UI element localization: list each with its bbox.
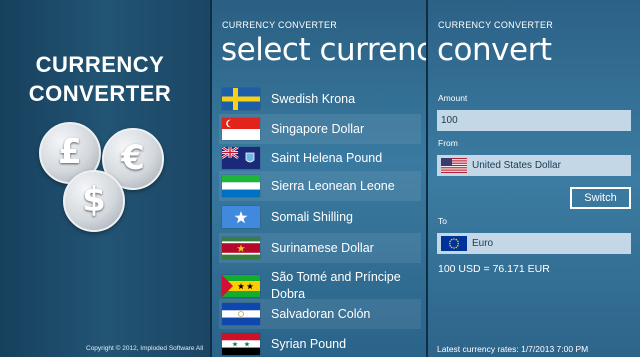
currency-label: Sierra Leonean Leone [271,178,395,193]
currency-item-swedish-krona[interactable]: Swedish Krona [219,84,421,114]
usa-flag-icon [441,158,467,173]
app-name: CURRENCY CONVERTER [438,20,554,30]
app-name: CURRENCY CONVERTER [222,20,338,30]
sao-tome-flag-icon [222,275,260,297]
currency-item-salvadoran-colon[interactable]: Salvadoran Colón [219,299,421,329]
sweden-flag-icon [222,88,260,110]
el-salvador-flag-icon [222,303,260,325]
promo-title-line2: CONVERTER [28,81,172,106]
suriname-flag-icon [222,237,260,259]
somalia-flag-icon [222,206,260,228]
sierra-leone-flag-icon [222,175,260,197]
eu-flag-icon [441,236,467,251]
amount-input[interactable]: 100 [437,110,631,131]
convert-screen: CURRENCY CONVERTER convert Amount 100 Fr… [428,0,640,357]
promo-panel: CURRENCY CONVERTER £ € $ Copyright © 201… [0,0,210,357]
saint-helena-flag-icon [222,147,260,169]
copyright-text: Copyright © 2012, Imploded Software All [86,345,204,352]
currency-item-surinamese-dollar[interactable]: Surinamese Dollar [219,233,421,263]
currency-item-saint-helena-pound[interactable]: Saint Helena Pound [219,143,421,173]
amount-label: Amount [438,93,468,103]
currency-item-sierra-leonean-leone[interactable]: Sierra Leonean Leone [219,171,421,201]
rates-footer: Latest currency rates: 1/7/2013 7:00 PM [437,344,589,354]
currency-label: Swedish Krona [271,91,356,106]
page-title: convert [437,32,552,68]
switch-button[interactable]: Switch [570,187,631,209]
conversion-result: 100 USD = 76.171 EUR [438,263,550,275]
currency-item-singapore-dollar[interactable]: Singapore Dollar [219,114,421,144]
promo-title-line1: CURRENCY [35,52,165,77]
from-currency-name: United States Dollar [472,160,561,171]
to-currency-selector[interactable]: Euro [437,233,631,254]
currency-label: Syrian Pound [271,336,347,351]
currency-label: Surinamese Dollar [271,240,374,255]
from-currency-selector[interactable]: United States Dollar [437,155,631,176]
currency-item-somali-shilling[interactable]: Somali Shilling [219,202,421,232]
amount-value: 100 [441,115,458,126]
select-currency-screen: CURRENCY CONVERTER select currency Swedi… [212,0,426,357]
currency-item-syrian-pound[interactable]: Syrian Pound [219,329,421,357]
dollar-coin-icon: $ [63,170,125,232]
to-currency-name: Euro [472,238,494,249]
currency-label: Salvadoran Colón [271,306,371,321]
to-label: To [438,216,447,226]
currency-label: São Tomé and Príncipe Dobra [271,270,401,301]
from-label: From [438,138,458,148]
currency-label: Somali Shilling [271,209,353,224]
page-title: select currency [221,32,426,68]
currency-label: Singapore Dollar [271,121,365,136]
singapore-flag-icon [222,118,260,140]
currency-label: Saint Helena Pound [271,150,383,165]
syria-flag-icon [222,333,260,355]
